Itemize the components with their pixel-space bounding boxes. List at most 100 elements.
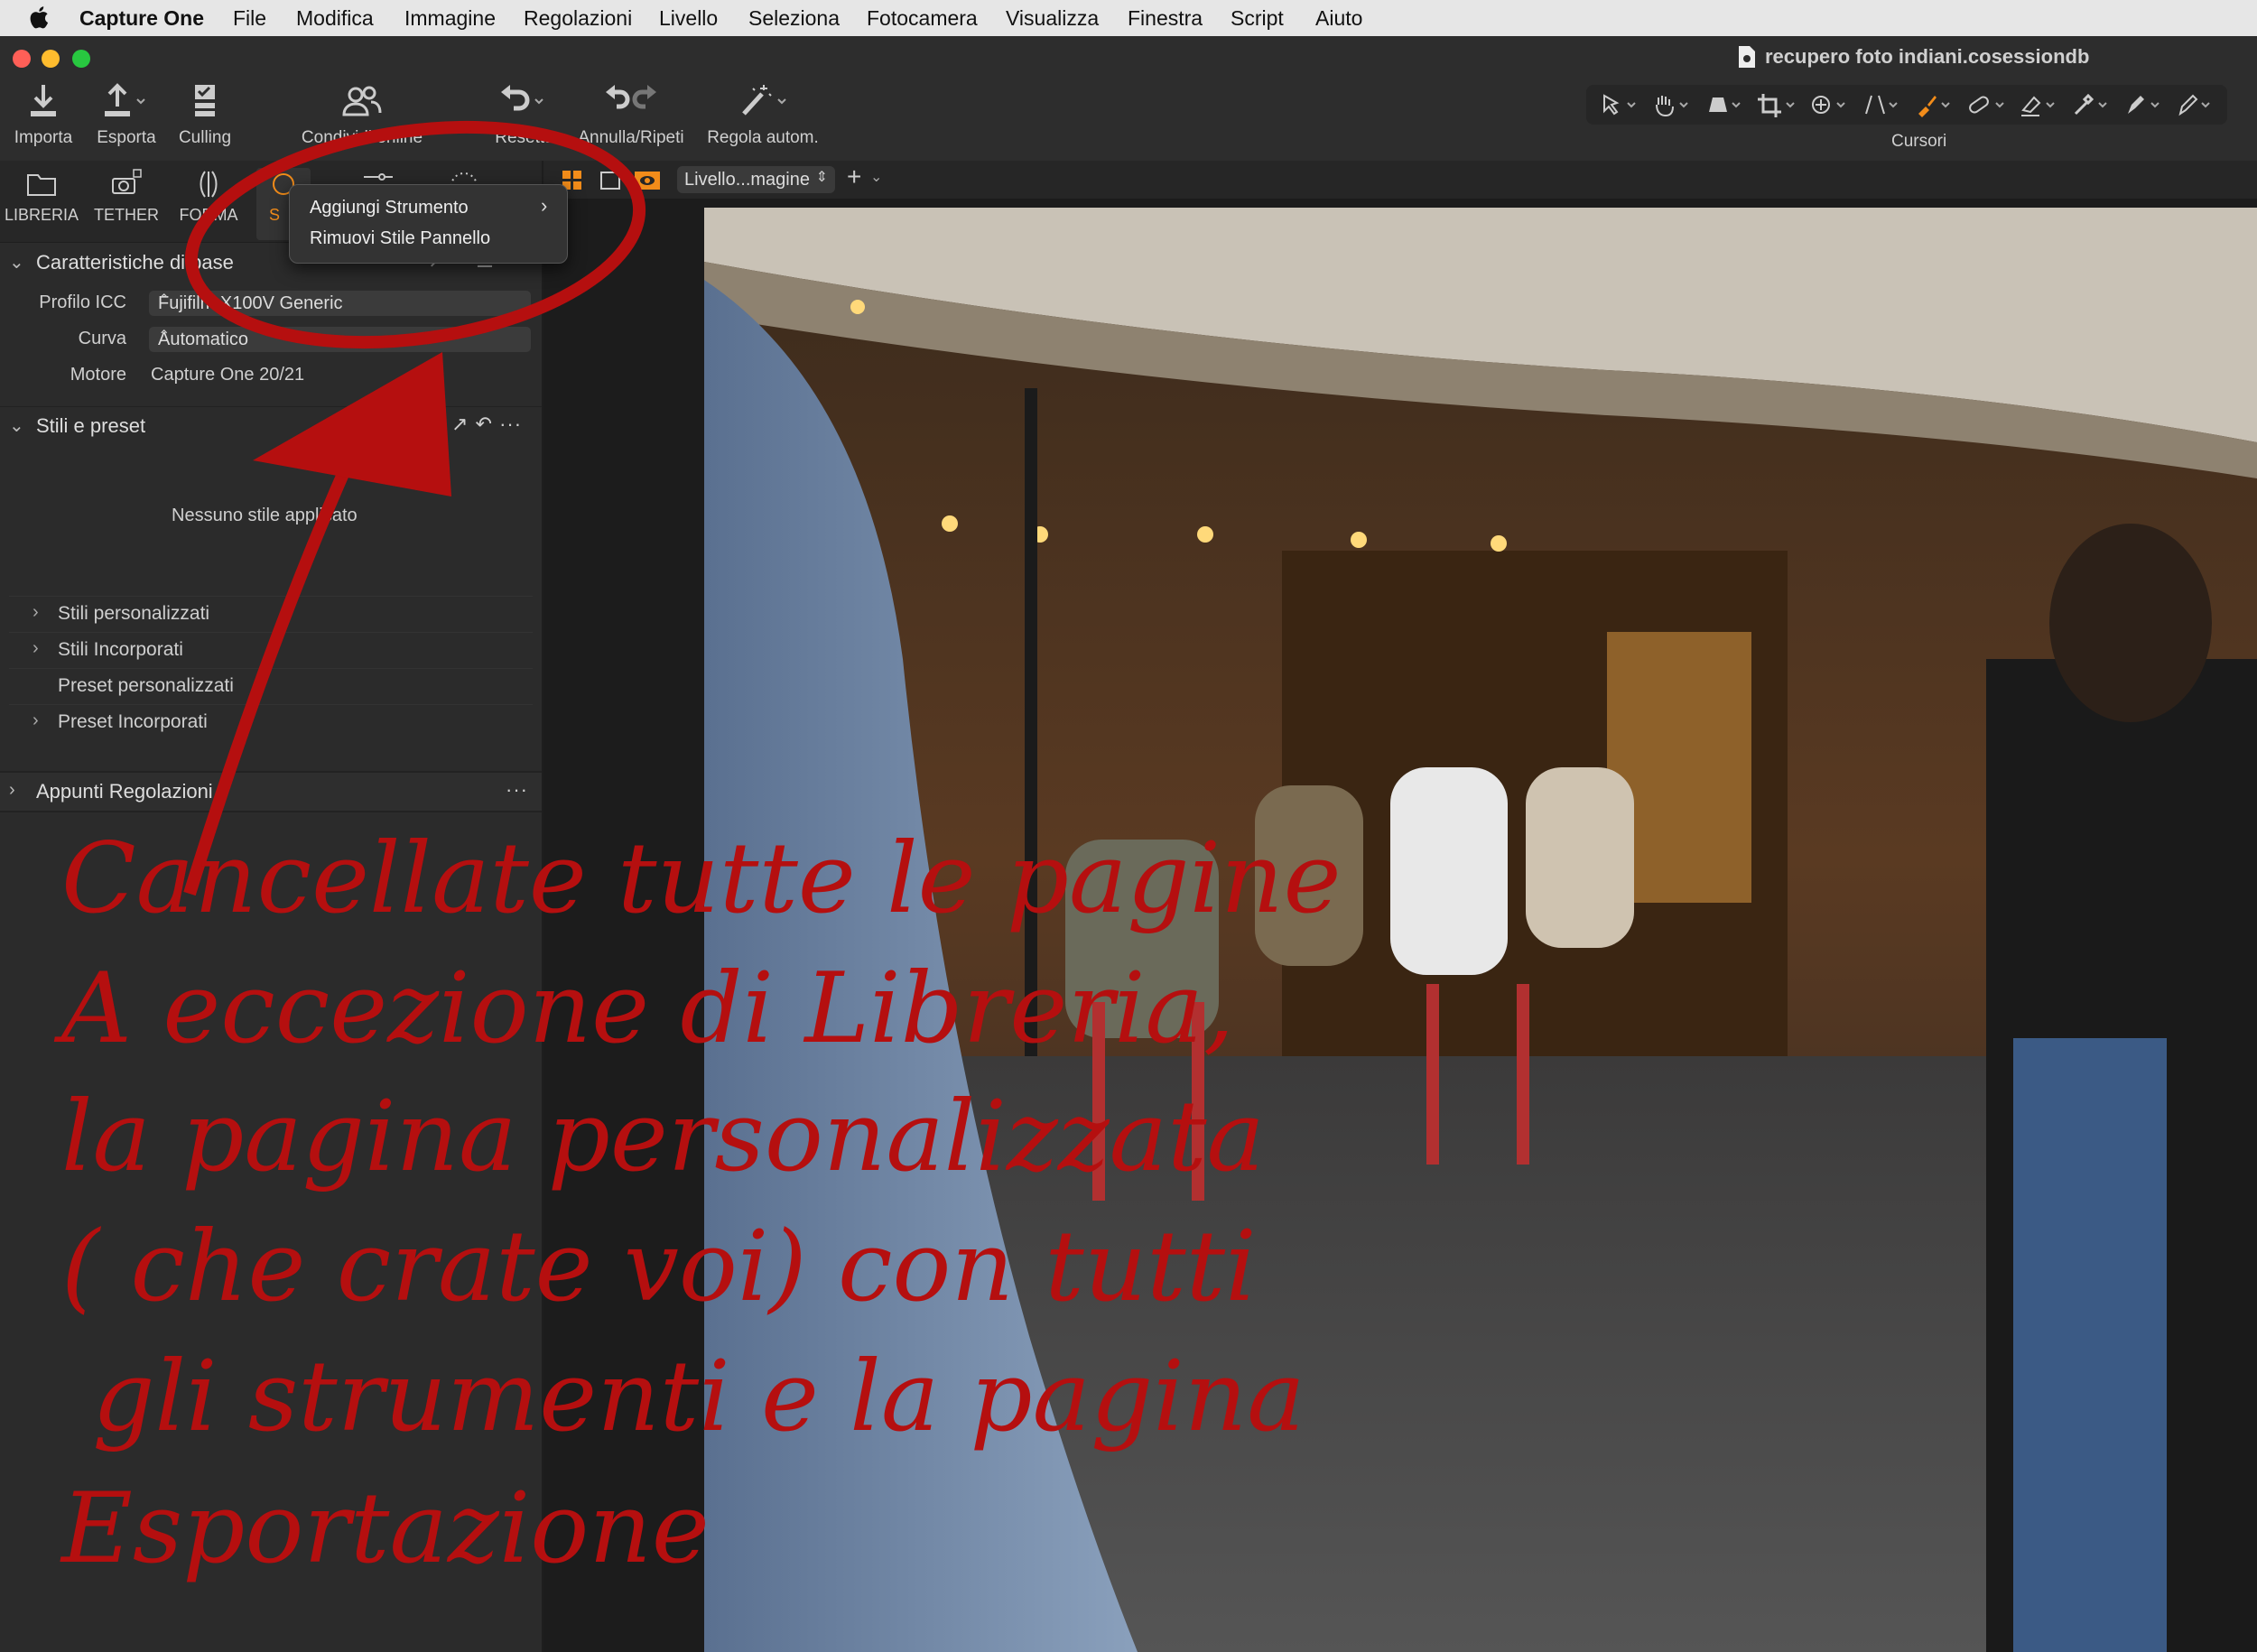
window-toolbar: recupero foto indiani.cosessiondb Import… — [0, 36, 2257, 161]
zoom-window-button[interactable] — [72, 50, 90, 68]
reset-label: Resetta — [495, 128, 554, 147]
eye-proof-icon[interactable] — [634, 170, 661, 191]
share-online-button[interactable]: Condividi online — [294, 83, 430, 148]
add-layer-icon[interactable]: + — [847, 162, 861, 191]
annotate-pen-icon[interactable] — [2122, 92, 2169, 117]
export-icon — [105, 83, 145, 116]
row-label: Stili Incorporati — [58, 639, 183, 660]
list-item-builtin-styles[interactable]: › Stili Incorporati — [9, 632, 533, 667]
list-item-custom-presets[interactable]: Preset personalizzati — [9, 668, 533, 703]
icc-profile-select[interactable]: Fujifilm X100V Generic ⌃ — [149, 291, 531, 316]
eraser-icon[interactable] — [2018, 92, 2065, 117]
stepper-icon: ⌃ — [158, 292, 171, 308]
main-photo — [704, 208, 2257, 1652]
menu-script[interactable]: Script — [1231, 6, 1284, 31]
reset-icon — [501, 85, 543, 111]
culling-button[interactable]: Culling — [173, 83, 237, 148]
picker-icon[interactable] — [2070, 92, 2117, 117]
brush-icon[interactable] — [1913, 92, 1960, 117]
list-item-custom-styles[interactable]: › Stili personalizzati — [9, 596, 533, 631]
document-title: recupero foto indiani.cosessiondb — [1765, 45, 2090, 68]
menu-immagine[interactable]: Immagine — [404, 6, 496, 31]
engine-label: Motore — [70, 365, 126, 385]
no-style-applied-text: Nessuno stile applicato — [172, 506, 358, 525]
select-cursor-icon[interactable] — [1599, 92, 1646, 117]
tab-shape[interactable]: FORMA — [177, 168, 240, 225]
menu-item-remove-panel-style[interactable]: Rimuovi Stile Pannello — [310, 228, 490, 249]
adjust-clipboard-header[interactable]: › Appunti Regolazioni ··· — [0, 771, 542, 812]
auto-adjust-button[interactable]: Regola autom. — [704, 83, 822, 148]
layer-select[interactable]: Livello...magine ⇕ — [677, 166, 835, 193]
camera-icon — [112, 169, 142, 194]
submenu-chevron-icon: › — [541, 194, 548, 217]
single-view-icon[interactable] — [599, 170, 621, 191]
magic-wand-icon — [742, 85, 786, 116]
menu-bar: Capture One File Modifica Immagine Regol… — [0, 0, 2257, 36]
menu-regolazioni[interactable]: Regolazioni — [524, 6, 632, 31]
collapse-chevron-icon[interactable]: ⌄ — [9, 414, 24, 437]
stepper-icon: ⇕ — [815, 170, 828, 185]
collapse-chevron-icon[interactable]: ⌄ — [9, 251, 24, 274]
cursors-label: Cursori — [1891, 132, 1947, 151]
menu-visualizza[interactable]: Visualizza — [1006, 6, 1099, 31]
list-item-builtin-presets[interactable]: › Preset Incorporati — [9, 704, 533, 739]
app-menu[interactable]: Capture One — [79, 6, 204, 31]
import-button[interactable]: Importa — [11, 83, 76, 148]
undo-redo-icon — [606, 85, 656, 109]
document-icon — [1739, 46, 1755, 68]
pan-hand-icon[interactable] — [1651, 92, 1698, 117]
export-button[interactable]: Esporta — [92, 83, 161, 148]
icc-profile-label: Profilo ICC — [39, 292, 126, 312]
row-label: Preset Incorporati — [58, 711, 208, 732]
styles-presets-header[interactable]: ⌄ Stili e preset ↗ ↶ ··· — [0, 406, 542, 445]
tab-library-label: LIBRERIA — [4, 206, 79, 224]
rotate-icon[interactable] — [1808, 92, 1855, 117]
stepper-icon: ⌃ — [158, 329, 171, 344]
menu-file[interactable]: File — [233, 6, 266, 31]
export-label: Esporta — [97, 128, 156, 147]
menu-aiuto[interactable]: Aiuto — [1315, 6, 1362, 31]
layer-select-value: Livello...magine — [684, 170, 810, 190]
import-icon — [31, 85, 56, 116]
tab-tether-label: TETHER — [94, 206, 159, 224]
tab-library[interactable]: LIBRERIA — [4, 168, 79, 225]
culling-icon — [195, 85, 215, 116]
more-options-icon[interactable]: ··· — [506, 778, 528, 802]
share-people-icon — [342, 86, 382, 116]
minimize-window-button[interactable] — [42, 50, 60, 68]
tab-tether[interactable]: TETHER — [90, 168, 163, 225]
close-window-button[interactable] — [13, 50, 31, 68]
healing-icon[interactable] — [1965, 92, 2012, 117]
expand-chevron-icon: › — [33, 710, 39, 730]
menu-item-add-tool[interactable]: Aggiungi Strumento — [310, 198, 469, 218]
reset-button[interactable]: Resetta — [488, 83, 562, 148]
row-label: Stili personalizzati — [58, 603, 210, 624]
tab-style-label: S — [268, 206, 280, 224]
folder-icon — [27, 174, 56, 196]
menu-seleziona[interactable]: Seleziona — [748, 6, 840, 31]
apple-logo-icon[interactable] — [27, 4, 51, 31]
straighten-icon[interactable] — [1704, 92, 1751, 117]
adjust-clipboard-title: Appunti Regolazioni — [36, 780, 213, 803]
curve-select[interactable]: Automatico ⌃ — [149, 327, 531, 352]
engine-value: Capture One 20/21 — [151, 365, 305, 385]
menu-livello[interactable]: Livello — [659, 6, 718, 31]
menu-modifica[interactable]: Modifica — [296, 6, 374, 31]
row-label: Preset personalizzati — [58, 675, 234, 696]
expand-chevron-icon: › — [33, 602, 39, 622]
lens-icon — [200, 171, 218, 198]
undo-redo-button[interactable]: Annulla/Ripeti — [574, 83, 688, 148]
tab-shape-label: FORMA — [179, 206, 238, 224]
keystone-icon[interactable] — [1861, 92, 1908, 117]
draw-pen-icon[interactable] — [2175, 92, 2222, 117]
chevron-down-icon[interactable]: ⌄ — [870, 168, 882, 186]
viewer-toolbar: Livello...magine ⇕ + ⌄ — [543, 161, 2257, 199]
styles-presets-title: Stili e preset — [36, 414, 146, 437]
cursor-tools-group — [1586, 85, 2227, 125]
crop-icon[interactable] — [1756, 92, 1803, 117]
menu-finestra[interactable]: Finestra — [1128, 6, 1203, 31]
menu-fotocamera[interactable]: Fotocamera — [867, 6, 978, 31]
styles-actions-icons[interactable]: ↗ ↶ ··· — [451, 413, 522, 436]
expand-chevron-icon[interactable]: › — [9, 780, 15, 801]
curve-label: Curva — [78, 329, 126, 348]
